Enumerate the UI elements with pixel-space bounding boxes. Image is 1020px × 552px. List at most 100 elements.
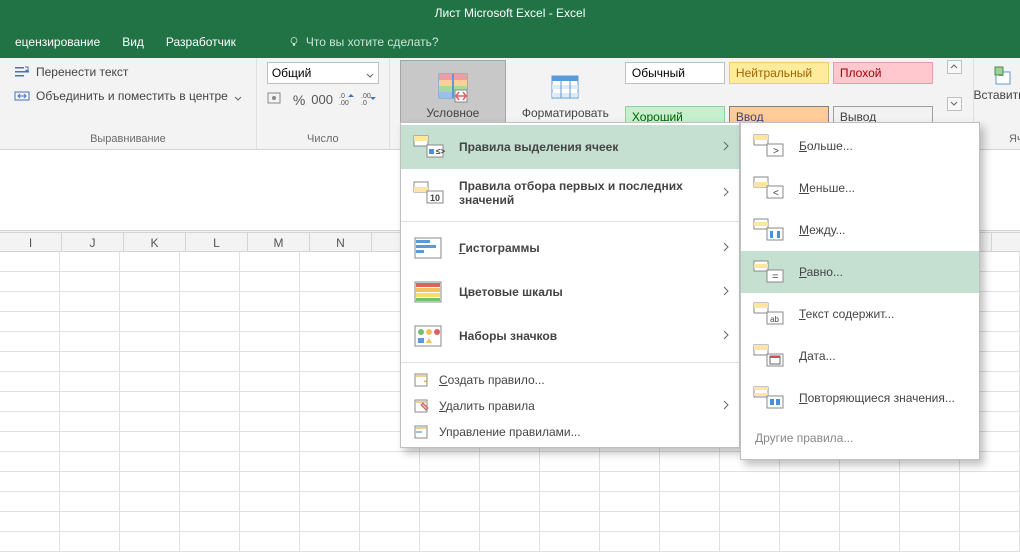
cell[interactable] <box>540 452 600 472</box>
tab-view[interactable]: Вид <box>122 35 144 49</box>
cell[interactable] <box>0 412 60 432</box>
cell[interactable] <box>300 412 360 432</box>
cell[interactable] <box>180 312 240 332</box>
cell[interactable] <box>600 512 660 532</box>
menu-color-scales[interactable]: Цветовые шкалы <box>401 270 739 314</box>
cell[interactable] <box>300 432 360 452</box>
column-header[interactable]: M <box>248 233 310 251</box>
cell[interactable] <box>120 292 180 312</box>
cell[interactable] <box>60 452 120 472</box>
submenu-between[interactable]: Между... <box>741 209 979 251</box>
cell[interactable] <box>300 312 360 332</box>
cell[interactable] <box>780 472 840 492</box>
submenu-date-occurring[interactable]: Дата... <box>741 335 979 377</box>
cell[interactable] <box>300 332 360 352</box>
cell[interactable] <box>120 472 180 492</box>
cell[interactable] <box>240 392 300 412</box>
cell[interactable] <box>300 272 360 292</box>
cell[interactable] <box>840 492 900 512</box>
cell[interactable] <box>120 452 180 472</box>
cell[interactable] <box>0 512 60 532</box>
cell[interactable] <box>480 512 540 532</box>
insert-cells-button[interactable]: Вставить <box>984 62 1020 106</box>
cell[interactable] <box>240 372 300 392</box>
column-header[interactable]: L <box>186 233 248 251</box>
cell[interactable] <box>180 472 240 492</box>
cell[interactable] <box>660 452 720 472</box>
cell[interactable] <box>840 532 900 552</box>
menu-manage-rules[interactable]: Управление правилами... <box>401 419 739 445</box>
cell[interactable] <box>60 312 120 332</box>
cell[interactable] <box>240 532 300 552</box>
cell[interactable] <box>300 372 360 392</box>
cell[interactable] <box>0 252 60 272</box>
styles-scroll-down[interactable] <box>947 97 962 111</box>
cell[interactable] <box>600 472 660 492</box>
cell[interactable] <box>660 532 720 552</box>
cell[interactable] <box>180 512 240 532</box>
cell[interactable] <box>780 492 840 512</box>
cell[interactable] <box>120 272 180 292</box>
merge-center-button[interactable]: Объединить и поместить в центре <box>10 86 246 106</box>
cell[interactable] <box>600 452 660 472</box>
currency-button[interactable] <box>267 90 287 109</box>
tell-me[interactable]: Что вы хотите сделать? <box>288 35 439 49</box>
cell[interactable] <box>360 512 420 532</box>
tab-review[interactable]: ецензирование <box>15 35 100 49</box>
cell[interactable] <box>300 492 360 512</box>
column-header[interactable]: I <box>0 233 62 251</box>
menu-clear-rules[interactable]: Удалить правила <box>401 393 739 419</box>
cell[interactable] <box>360 472 420 492</box>
cell[interactable] <box>300 532 360 552</box>
cell[interactable] <box>120 312 180 332</box>
cell[interactable] <box>900 472 960 492</box>
cell[interactable] <box>420 492 480 512</box>
cell[interactable] <box>360 452 420 472</box>
submenu-less-than[interactable]: < Меньше... <box>741 167 979 209</box>
cell[interactable] <box>420 532 480 552</box>
cell[interactable] <box>0 272 60 292</box>
style-bad[interactable]: Плохой <box>833 62 933 84</box>
cell[interactable] <box>120 392 180 412</box>
cell[interactable] <box>960 532 1020 552</box>
cell[interactable] <box>180 492 240 512</box>
submenu-equal-to[interactable]: = Равно... <box>741 251 979 293</box>
cell[interactable] <box>120 512 180 532</box>
cell[interactable] <box>0 452 60 472</box>
cell[interactable] <box>240 332 300 352</box>
cell[interactable] <box>240 272 300 292</box>
cell[interactable] <box>600 532 660 552</box>
menu-new-rule[interactable]: Создать правило... <box>401 367 739 393</box>
cell[interactable] <box>240 252 300 272</box>
cell[interactable] <box>780 532 840 552</box>
cell[interactable] <box>720 512 780 532</box>
styles-scroll-up[interactable] <box>947 60 962 74</box>
cell[interactable] <box>0 312 60 332</box>
cell[interactable] <box>120 412 180 432</box>
cell[interactable] <box>960 492 1020 512</box>
cell[interactable] <box>840 512 900 532</box>
cell[interactable] <box>0 352 60 372</box>
cell[interactable] <box>60 412 120 432</box>
cell[interactable] <box>900 492 960 512</box>
cell[interactable] <box>660 492 720 512</box>
cell[interactable] <box>180 272 240 292</box>
cell[interactable] <box>300 452 360 472</box>
cell[interactable] <box>960 512 1020 532</box>
menu-top-bottom-rules[interactable]: 10 Правила отбора первых и последних зна… <box>401 169 739 217</box>
submenu-greater-than[interactable]: > Больше... <box>741 125 979 167</box>
cell[interactable] <box>0 392 60 412</box>
cell[interactable] <box>300 252 360 272</box>
cell[interactable] <box>720 532 780 552</box>
cell[interactable] <box>0 372 60 392</box>
cell[interactable] <box>180 292 240 312</box>
cell[interactable] <box>780 512 840 532</box>
cell[interactable] <box>60 472 120 492</box>
cell[interactable] <box>60 532 120 552</box>
column-header[interactable]: N <box>310 233 372 251</box>
cell[interactable] <box>300 292 360 312</box>
number-format-combo[interactable]: Общий <box>267 62 379 84</box>
cell[interactable] <box>480 532 540 552</box>
cell[interactable] <box>660 472 720 492</box>
cell[interactable] <box>240 472 300 492</box>
